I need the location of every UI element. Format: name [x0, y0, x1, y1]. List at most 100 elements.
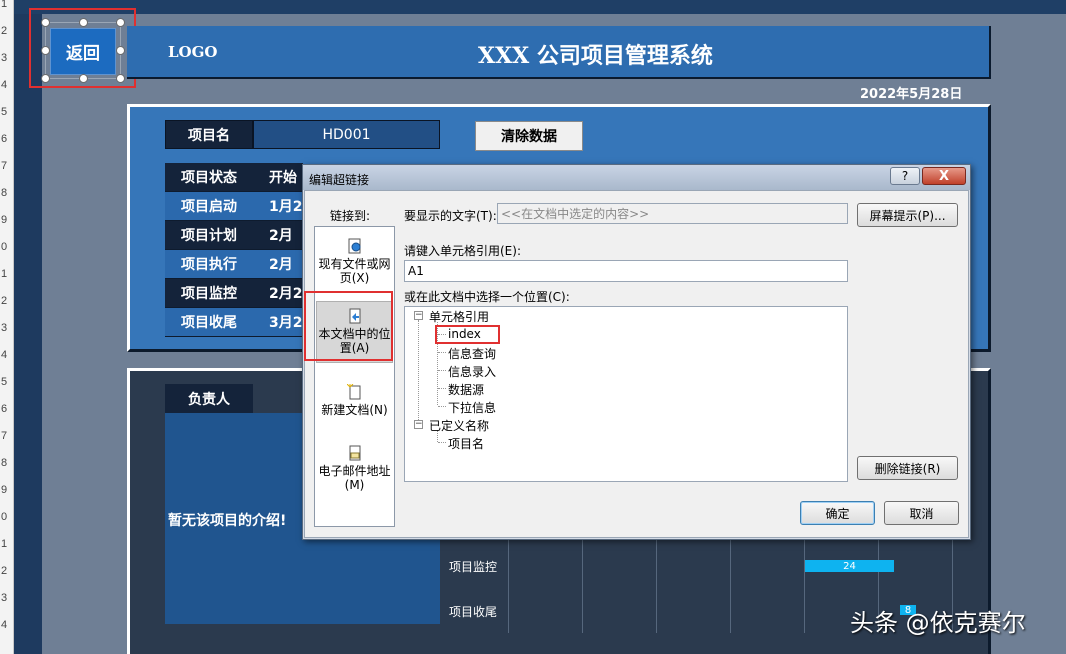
- tree-line: [438, 442, 446, 443]
- help-button[interactable]: ?: [890, 167, 920, 185]
- row-number[interactable]: 0: [1, 511, 7, 523]
- gantt-gridline: [804, 540, 805, 633]
- tree-item[interactable]: 下拉信息: [448, 399, 496, 416]
- gantt-gridline: [582, 540, 583, 633]
- resize-handle[interactable]: [41, 18, 50, 27]
- resize-handle[interactable]: [79, 74, 88, 83]
- row-number-gutter: 1 2 3 4 5 6 7 8 9 0 1 2 3 4 5 6 7 8 9 0 1 2 3 4: [0, 0, 14, 654]
- place-label: 或在此文档中选择一个位置(C):: [404, 290, 570, 304]
- row-number[interactable]: 2: [1, 25, 7, 37]
- stage-start-header: 开始: [253, 163, 303, 192]
- stage-date: 2月: [253, 221, 303, 250]
- row-number[interactable]: 0: [1, 241, 7, 253]
- resize-handle[interactable]: [116, 46, 125, 55]
- gantt-row-label: 项目监控: [449, 560, 498, 574]
- tree-item[interactable]: 信息查询: [448, 345, 496, 362]
- row-number[interactable]: 1: [1, 268, 7, 280]
- display-text-input[interactable]: <<在文档中选定的内容>>: [497, 203, 848, 224]
- row-number[interactable]: 3: [1, 322, 7, 334]
- screentip-button[interactable]: 屏幕提示(P)...: [857, 203, 958, 227]
- stage-date: 2月2: [253, 279, 303, 308]
- stage-label: 项目启动: [165, 192, 253, 221]
- back-button[interactable]: 返回: [50, 28, 116, 75]
- row-number[interactable]: 4: [1, 619, 7, 631]
- row-number[interactable]: 3: [1, 592, 7, 604]
- row-number[interactable]: 7: [1, 430, 7, 442]
- row-number[interactable]: 4: [1, 349, 7, 361]
- row-number[interactable]: 8: [1, 457, 7, 469]
- stage-label: 项目监控: [165, 279, 253, 308]
- row-number[interactable]: 9: [1, 214, 7, 226]
- close-button[interactable]: X: [922, 167, 966, 185]
- project-intro-text: 暂无该项目的介绍!: [168, 513, 287, 529]
- stage-label: 项目执行: [165, 250, 253, 279]
- stage-date: 2月: [253, 250, 303, 279]
- nav-label: 新建文档(N): [321, 403, 388, 417]
- stage-label: 项目收尾: [165, 308, 253, 337]
- row-number[interactable]: 5: [1, 376, 7, 388]
- email-icon: [349, 445, 360, 461]
- resize-handle[interactable]: [116, 18, 125, 27]
- stage-date: 3月2: [253, 308, 303, 337]
- gantt-gridline: [656, 540, 657, 633]
- top-strip: [14, 0, 1066, 14]
- nav-highlight: [304, 291, 393, 361]
- stage-date: 1月2: [253, 192, 303, 221]
- row-number[interactable]: 1: [1, 0, 7, 10]
- clear-data-button[interactable]: 清除数据: [475, 121, 583, 151]
- row-number[interactable]: 2: [1, 565, 7, 577]
- row-number[interactable]: 1: [1, 538, 7, 550]
- nav-new-document[interactable]: 新建文档(N): [316, 384, 393, 417]
- nav-existing-file[interactable]: 现有文件或网页(X): [316, 238, 393, 285]
- tree-group[interactable]: 单元格引用: [429, 308, 489, 325]
- ok-button[interactable]: 确定: [800, 501, 875, 525]
- project-name-value[interactable]: HD001: [253, 120, 440, 149]
- row-number[interactable]: 9: [1, 484, 7, 496]
- row-number[interactable]: 6: [1, 133, 7, 145]
- resize-handle[interactable]: [79, 18, 88, 27]
- project-name-label: 项目名: [165, 120, 253, 149]
- tree-item[interactable]: 项目名: [448, 435, 484, 452]
- remove-link-button[interactable]: 删除链接(R): [857, 456, 958, 480]
- gantt-gridline: [508, 540, 509, 633]
- page-title: XXX 公司项目管理系统: [478, 43, 713, 69]
- gantt-bar: 24: [805, 560, 894, 572]
- resize-handle[interactable]: [41, 46, 50, 55]
- gantt-row-label: 项目收尾: [449, 605, 498, 619]
- resize-handle[interactable]: [41, 74, 50, 83]
- tree-line: [438, 388, 446, 389]
- collapse-icon[interactable]: −: [414, 311, 423, 320]
- row-number[interactable]: 2: [1, 295, 7, 307]
- row-number[interactable]: 4: [1, 79, 7, 91]
- resize-handle[interactable]: [116, 74, 125, 83]
- current-date: 2022年5月28日: [860, 87, 963, 102]
- nav-email-address[interactable]: 电子邮件地址(M): [316, 445, 393, 492]
- display-text-label: 要显示的文字(T):: [404, 209, 497, 223]
- collapse-icon[interactable]: −: [414, 420, 423, 429]
- row-number[interactable]: 5: [1, 106, 7, 118]
- row-number[interactable]: 7: [1, 160, 7, 172]
- link-to-label: 链接到:: [330, 209, 371, 223]
- tree-item[interactable]: 数据源: [448, 381, 484, 398]
- globe-file-icon: [348, 238, 360, 254]
- new-document-icon: [346, 384, 360, 400]
- tree-line: [438, 406, 446, 407]
- dialog-title: 编辑超链接: [309, 173, 370, 187]
- row-number[interactable]: 3: [1, 52, 7, 64]
- cell-ref-input[interactable]: A1: [404, 260, 848, 282]
- tree-line: [438, 370, 446, 371]
- logo: LOGO: [168, 43, 218, 61]
- dialog-titlebar[interactable]: [303, 165, 970, 190]
- tree-group[interactable]: 已定义名称: [429, 417, 489, 434]
- tree-line: [438, 352, 446, 353]
- stage-label: 项目计划: [165, 221, 253, 250]
- cancel-button[interactable]: 取消: [884, 501, 959, 525]
- watermark: 头条 @依克赛尔: [850, 609, 1026, 637]
- tree-item-highlight: [435, 325, 500, 344]
- tree-item[interactable]: 信息录入: [448, 363, 496, 380]
- row-number[interactable]: 6: [1, 403, 7, 415]
- row-number[interactable]: 8: [1, 187, 7, 199]
- nav-label: 电子邮件地址(M): [318, 464, 391, 492]
- gantt-gridline: [730, 540, 731, 633]
- stage-status-header: 项目状态: [165, 163, 253, 192]
